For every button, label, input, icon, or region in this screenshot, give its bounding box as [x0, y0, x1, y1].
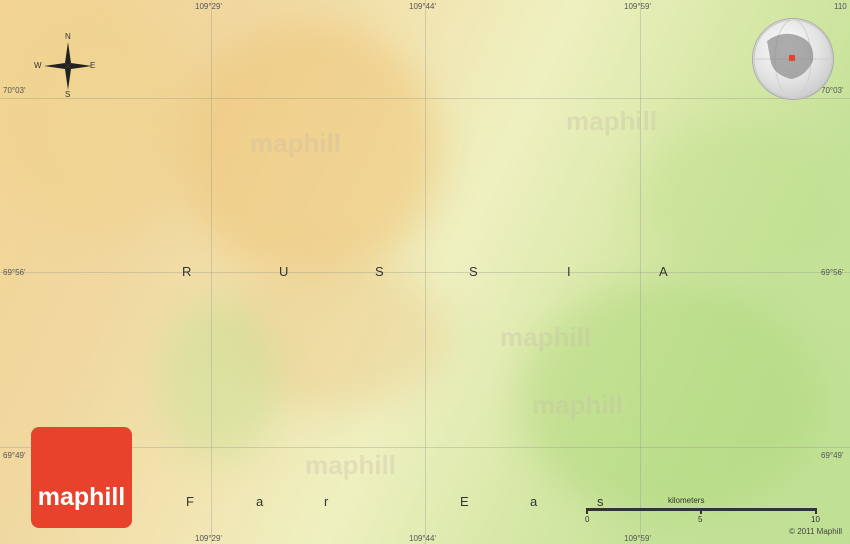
latitude-line	[0, 272, 850, 273]
region-label-letter: r	[324, 494, 329, 509]
latitude-label-left: 70°03'	[3, 86, 26, 95]
compass-east: E	[90, 61, 96, 70]
scale-label: kilometers	[668, 496, 705, 505]
latitude-label-left: 69°56'	[3, 268, 26, 277]
watermark: maphill	[500, 322, 592, 352]
region-label-letter: F	[186, 494, 194, 509]
longitude-label-top: 109°29'	[195, 2, 222, 11]
copyright-text: © 2011 Maphill	[789, 527, 842, 536]
compass-north: N	[65, 32, 71, 41]
country-label-letter: S	[375, 264, 384, 279]
region-label-letter: a	[256, 494, 264, 509]
scale-tick: 10	[811, 515, 820, 524]
country-label-letter: S	[469, 264, 478, 279]
country-label-letter: R	[182, 264, 192, 279]
compass-icon	[44, 42, 92, 90]
latitude-label-left: 69°49'	[3, 451, 26, 460]
terrain-plateau	[0, 0, 200, 240]
terrain-lowland-east	[640, 120, 840, 280]
latitude-line	[0, 98, 850, 99]
longitude-label-top: 110	[834, 2, 847, 11]
terrain-valley	[160, 300, 280, 460]
watermark: maphill	[305, 450, 397, 480]
scale-tick: 0	[585, 515, 590, 524]
compass-rose: N S E W	[34, 32, 98, 99]
country-label-letter: U	[279, 264, 289, 279]
longitude-label-bottom: 109°29'	[195, 534, 222, 543]
longitude-label-bottom: 109°59'	[624, 534, 651, 543]
locator-globe[interactable]	[752, 18, 834, 100]
country-label-letter: I	[567, 264, 571, 279]
map-canvas[interactable]: 109°29' 109°44' 109°59' 110 109°29' 109°…	[0, 0, 850, 544]
compass-west: W	[34, 61, 42, 70]
longitude-label-top: 109°59'	[624, 2, 651, 11]
compass-south: S	[65, 90, 71, 99]
maphill-logo[interactable]: maphill	[31, 427, 132, 528]
longitude-label-top: 109°44'	[409, 2, 436, 11]
latitude-label-right: 70°03'	[821, 86, 844, 95]
latitude-label-right: 69°56'	[821, 268, 844, 277]
scale-bar: kilometers 0 5 10	[585, 496, 820, 526]
longitude-label-bottom: 109°44'	[409, 534, 436, 543]
globe-icon	[753, 19, 833, 99]
watermark: maphill	[532, 390, 624, 420]
country-label-letter: A	[659, 264, 668, 279]
region-label-letter: a	[530, 494, 538, 509]
watermark: maphill	[566, 106, 658, 136]
scale-tick: 5	[698, 515, 703, 524]
watermark: maphill	[250, 128, 342, 158]
brand-name: maphill	[37, 483, 126, 511]
region-label-letter: E	[460, 494, 469, 509]
latitude-label-right: 69°49'	[821, 451, 844, 460]
